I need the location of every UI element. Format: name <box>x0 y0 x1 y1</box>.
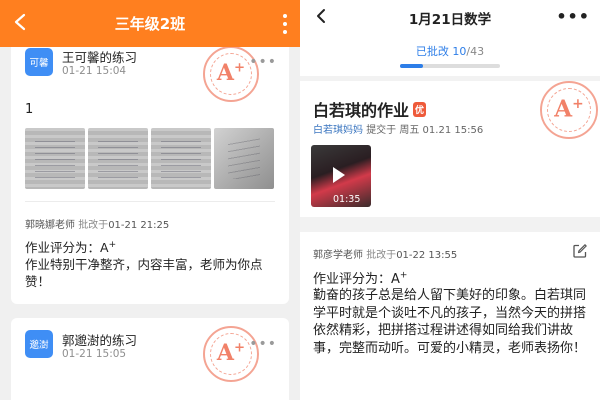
submission-card[interactable]: 白若琪的作业 优 白若琪妈妈 提交于 周五 01.21 15:56 01:35 … <box>300 81 600 217</box>
more-menu-icon[interactable] <box>282 14 288 34</box>
submitted-time: 01-21 15:05 <box>62 348 127 360</box>
total-count: 43 <box>470 45 485 58</box>
grade-stamp-icon: A+ <box>540 81 598 139</box>
teacher-comment: 勤奋的孩子总是给人留下美好的印象。白若琪同学平时就是个谈吐不凡的孩子，当然今天的… <box>313 288 587 356</box>
teacher-name: 郭晓娜老师 <box>25 220 75 231</box>
teacher-graded-line: 郭彦学老师 批改于01-22 13:55 <box>313 250 458 261</box>
video-duration: 01:35 <box>333 194 361 205</box>
assignment-detail-pane: 1月21日数学 ••• 已批改 10/43 白若琪的作业 优 白若琪妈妈 提交于… <box>300 0 600 400</box>
grade-line: 作业评分为：A+ <box>25 239 117 255</box>
teacher-name: 郭彦学老师 <box>313 250 363 261</box>
grading-progress-label: 已批改 10/43 <box>415 45 485 58</box>
teacher-comment: 作业特别干净整齐，内容丰富，老师为你点赞！ <box>25 257 263 289</box>
submit-time: 周五 01.21 15:56 <box>399 125 484 136</box>
parent-name[interactable]: 白若琪妈妈 <box>313 125 363 136</box>
teacher-review-card: 郭彦学老师 批改于01-22 13:55 作业评分为：A+ 勤奋的孩子总是给人留… <box>300 232 600 400</box>
grading-progress[interactable]: 已批改 10/43 <box>300 33 600 76</box>
submission-meta: 白若琪妈妈 提交于 周五 01.21 15:56 <box>313 125 484 136</box>
avatar[interactable]: 邈澍 <box>25 330 53 358</box>
homework-card[interactable]: 可馨 王可馨的练习 01-21 15:04 A+ ••• 1 郭晓娜老师 批改于… <box>11 36 289 304</box>
homework-photo[interactable] <box>25 128 85 189</box>
submitted-time: 01-21 15:04 <box>62 65 127 77</box>
avatar[interactable]: 可馨 <box>25 48 53 76</box>
graded-count: 10 <box>452 45 467 58</box>
homework-content-text: 1 <box>25 102 34 117</box>
student-name: 王可馨的练习 <box>62 50 138 65</box>
homework-photo[interactable] <box>214 128 274 189</box>
page-title: 1月21日数学 <box>408 12 492 28</box>
class-feed-pane: 可馨 王可馨的练习 01-21 15:04 A+ ••• 1 郭晓娜老师 批改于… <box>0 0 300 400</box>
assignment-header: 1月21日数学 ••• <box>300 0 600 33</box>
page-title: 三年级2班 <box>114 15 186 33</box>
more-menu-icon[interactable]: ••• <box>556 7 590 26</box>
homework-card[interactable]: 邈澍 郭邈澍的练习 01-21 15:05 A+ ••• <box>11 318 289 400</box>
grade-line: 作业评分为：A+ <box>313 270 408 287</box>
progress-bar <box>400 64 500 68</box>
grade-stamp-icon: A+ <box>203 326 259 382</box>
graded-time: 01-22 13:55 <box>396 250 458 261</box>
submission-title: 白若琪的作业 优 <box>313 101 427 120</box>
homework-photo[interactable] <box>151 128 211 189</box>
play-icon[interactable] <box>333 167 345 183</box>
class-header: 三年级2班 <box>0 0 300 47</box>
divider <box>25 201 275 202</box>
teacher-graded-line: 郭晓娜老师 批改于01-21 21:25 <box>25 220 170 231</box>
progress-bar-fill <box>400 64 424 68</box>
student-name: 郭邈澍的练习 <box>62 333 138 348</box>
more-options-icon[interactable]: ••• <box>249 54 277 70</box>
video-thumbnail[interactable]: 01:35 <box>311 145 371 207</box>
graded-time: 01-21 21:25 <box>108 220 170 231</box>
more-options-icon[interactable]: ••• <box>249 336 277 352</box>
homework-photo[interactable] <box>88 128 148 189</box>
excellent-badge: 优 <box>413 101 427 117</box>
edit-icon[interactable] <box>572 243 588 259</box>
